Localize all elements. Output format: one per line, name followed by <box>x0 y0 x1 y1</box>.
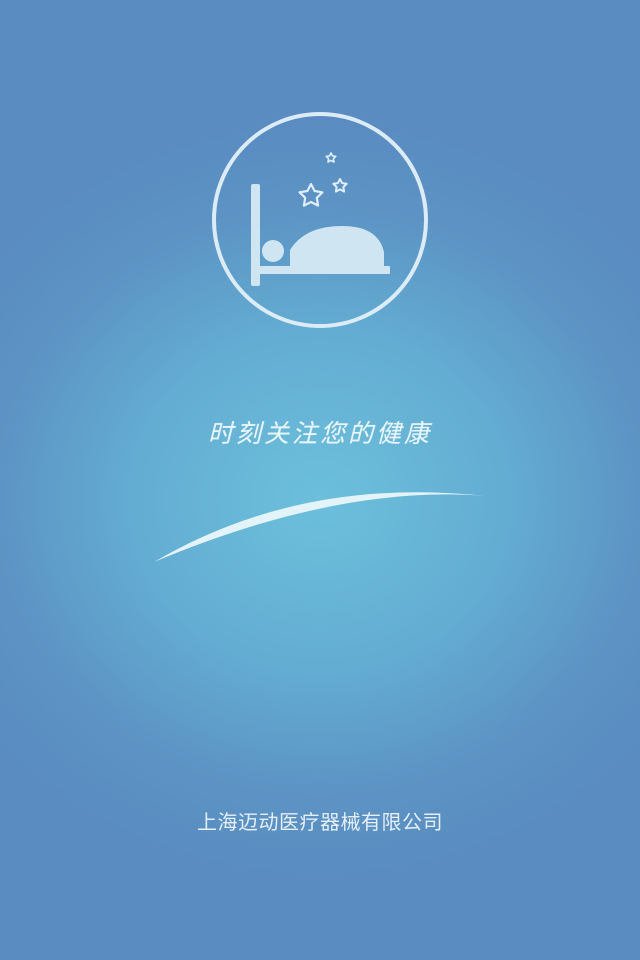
slogan-text: 时刻关注您的健康 <box>207 419 432 448</box>
sleeping-person-bed-icon <box>212 112 428 328</box>
decorative-swoosh <box>154 492 486 562</box>
star-large-icon <box>298 182 324 207</box>
company-name: 上海迈动医疗器械有限公司 <box>197 810 443 834</box>
sleep-logo <box>210 110 430 330</box>
star-medium-icon <box>332 178 348 193</box>
star-small-icon <box>325 152 337 163</box>
splash-screen: 时刻关注您的健康 上海迈动医疗器械有限公司 <box>0 0 640 960</box>
